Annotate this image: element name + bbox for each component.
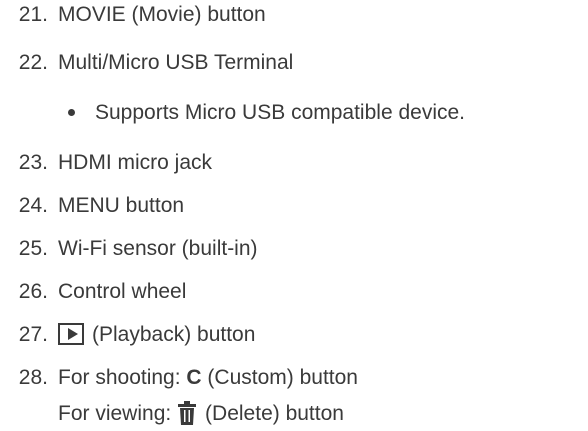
custom-key-label: C (186, 366, 202, 389)
item-text: Wi-Fi sensor (built-in) (58, 237, 258, 260)
item-number: 27. (18, 323, 48, 346)
item-number: 25. (18, 237, 48, 260)
playback-icon (58, 323, 84, 345)
item-text: Multi/Micro USB Terminal (58, 51, 294, 74)
item-text: Control wheel (58, 280, 187, 303)
item-number: 22. (18, 51, 48, 74)
item-prefix: For shooting: (58, 366, 187, 389)
item-text: HDMI micro jack (58, 151, 213, 174)
item-number: 24. (18, 194, 48, 217)
item-number: 28. (18, 366, 48, 389)
item-number: 26. (18, 280, 48, 303)
bullet-text: Supports Micro USB compatible device. (95, 101, 465, 124)
trash-icon (178, 401, 197, 425)
parts-list: 21. MOVIE (Movie) button 22. Multi/Micro… (0, 0, 588, 431)
item-suffix: (Delete) button (205, 402, 344, 425)
item-text: MOVIE (Movie) button (58, 3, 266, 26)
item-suffix: (Custom) button (201, 366, 358, 389)
item-number: 23. (18, 151, 48, 174)
bullet-dot-icon (68, 109, 75, 116)
item-prefix: For viewing: (58, 402, 178, 425)
item-text: MENU button (58, 194, 185, 217)
item-number: 21. (18, 3, 48, 26)
item-text: (Playback) button (92, 323, 256, 346)
